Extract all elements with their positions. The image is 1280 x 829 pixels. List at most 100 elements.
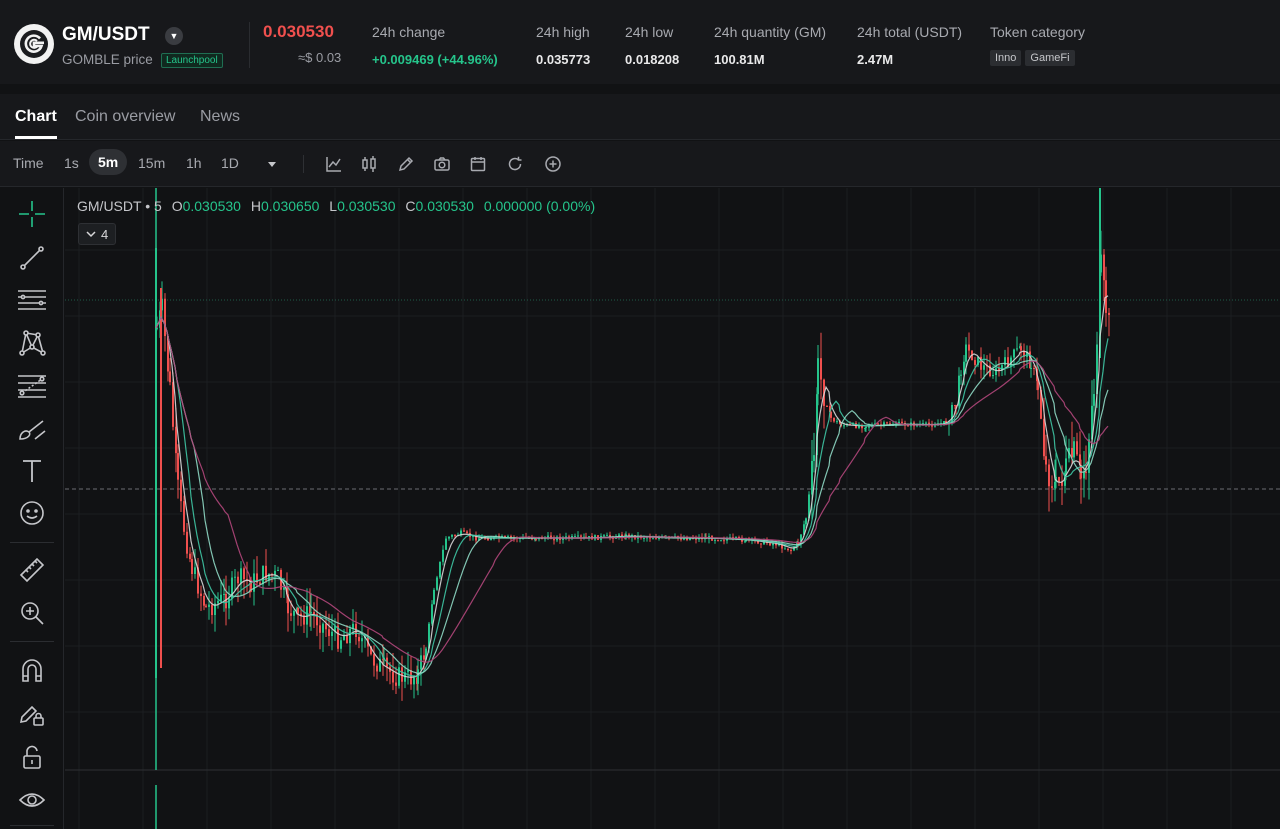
candle-body <box>203 595 205 606</box>
interval-1d[interactable]: 1D <box>221 155 239 171</box>
horizontal-lines-icon[interactable] <box>16 284 48 316</box>
eye-icon[interactable] <box>16 784 48 816</box>
chevron-down-icon <box>86 231 96 238</box>
category-tag[interactable]: Inno <box>990 50 1022 66</box>
candle-body <box>877 423 879 425</box>
tab-news[interactable]: News <box>200 108 240 126</box>
price-chart[interactable]: GM/USDT • 5 O0.030530 H0.030650 L0.03053… <box>65 188 1280 829</box>
legend-symbol: GM/USDT <box>77 198 142 214</box>
candle-body <box>1073 441 1075 458</box>
pair-name[interactable]: GM/USDT <box>62 24 150 46</box>
candle-body <box>349 628 351 644</box>
candle-body <box>865 426 867 429</box>
emoji-icon[interactable] <box>16 497 48 529</box>
tab-coin-overview[interactable]: Coin overview <box>75 108 175 126</box>
candle-body <box>237 576 239 584</box>
header-divider <box>249 22 250 68</box>
camera-icon[interactable] <box>431 153 453 175</box>
candle-body <box>968 344 970 351</box>
ruler-icon[interactable] <box>16 554 48 586</box>
text-icon[interactable] <box>16 455 48 487</box>
candle-body <box>1051 486 1053 488</box>
candle-body <box>574 535 576 537</box>
stat-label: 24h high <box>536 24 590 40</box>
candle-body <box>448 536 450 539</box>
candle-body <box>376 665 378 672</box>
legend-interval: 5 <box>154 198 162 214</box>
fib-icon[interactable] <box>16 370 48 402</box>
candle-body <box>580 535 582 537</box>
candle-body <box>836 421 838 423</box>
pair-dropdown-icon[interactable]: ▼ <box>165 27 183 45</box>
crosshair-icon[interactable] <box>16 198 48 230</box>
legend-close: 0.030530 <box>415 198 474 214</box>
stat-24h-low: 24h low 0.018208 <box>625 24 679 67</box>
candle-body <box>293 610 295 616</box>
candle-body <box>1045 456 1047 465</box>
brush-icon[interactable] <box>16 413 48 445</box>
candle-body <box>331 631 333 637</box>
indicator-toggle[interactable]: 4 <box>78 223 117 245</box>
unlock-icon[interactable] <box>16 741 48 773</box>
launchpool-badge[interactable]: Launchpool <box>161 53 223 68</box>
indicator-count: 4 <box>101 226 109 242</box>
zoom-in-icon[interactable] <box>16 597 48 629</box>
candle-body <box>322 623 324 633</box>
candle-body <box>325 623 327 630</box>
candle-body <box>319 625 321 633</box>
candle-body <box>769 543 771 546</box>
candle-body <box>992 374 994 377</box>
candle-body <box>784 548 786 550</box>
candle-body <box>805 518 807 525</box>
last-price: 0.030530 <box>263 22 334 41</box>
candle-body <box>577 535 579 537</box>
indicators-icon[interactable] <box>323 153 345 175</box>
candle-body <box>223 593 225 595</box>
pattern-icon[interactable] <box>16 327 48 359</box>
candle-body <box>1083 471 1085 479</box>
legend-high: 0.030650 <box>261 198 320 214</box>
add-icon[interactable] <box>542 153 564 175</box>
pencil-icon[interactable] <box>395 153 417 175</box>
candle-body <box>553 539 555 541</box>
stat-token-category: Token category Inno GameFi <box>990 24 1085 66</box>
candle-body <box>431 604 433 624</box>
candle-body <box>240 568 242 584</box>
category-tag[interactable]: GameFi <box>1025 50 1075 66</box>
candle-body <box>205 605 207 607</box>
trend-line-icon[interactable] <box>16 242 48 274</box>
tab-chart[interactable]: Chart <box>15 108 57 126</box>
interval-dropdown-icon[interactable] <box>261 153 283 175</box>
candle-body <box>588 536 590 538</box>
candle-body <box>1065 458 1067 473</box>
interval-1s[interactable]: 1s <box>64 155 79 171</box>
interval-15m[interactable]: 15m <box>138 155 165 171</box>
interval-1h[interactable]: 1h <box>186 155 202 171</box>
candle-body <box>262 565 264 585</box>
candle-body <box>826 405 828 407</box>
candle-body <box>392 671 394 683</box>
candle-body <box>442 549 444 562</box>
interval-5m[interactable]: 5m <box>89 149 128 175</box>
candle-body <box>907 425 909 427</box>
magnet-icon[interactable] <box>16 654 48 686</box>
candle-body <box>787 548 789 551</box>
candle-body <box>208 604 210 607</box>
candle-body <box>1108 312 1110 315</box>
candle-body <box>1013 349 1015 358</box>
stat-value: +0.009469 (+44.96%) <box>372 52 498 67</box>
candle-body <box>983 365 985 370</box>
candle-body <box>177 453 179 480</box>
candle-body <box>487 538 489 541</box>
candle-type-icon[interactable] <box>358 153 380 175</box>
candle-body <box>720 540 722 542</box>
chart-toolbar: Time 1s 5m 15m 1h 1D <box>0 141 1280 187</box>
calendar-icon[interactable] <box>467 153 489 175</box>
candle-body <box>1020 346 1022 351</box>
candle-body <box>833 417 835 422</box>
refresh-icon[interactable] <box>504 153 526 175</box>
candle-body <box>843 425 845 427</box>
candlestick-chart[interactable] <box>65 188 1280 829</box>
lock-drawing-icon[interactable] <box>16 698 48 730</box>
stat-value: 100.81M <box>714 52 765 67</box>
